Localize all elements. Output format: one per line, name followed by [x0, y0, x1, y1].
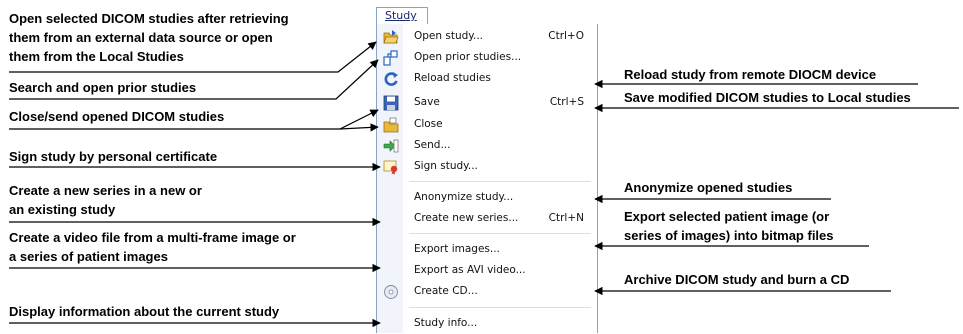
callout-open-prior — [9, 59, 379, 100]
callout-close-arrow2 — [339, 123, 379, 132]
callout-open-study — [9, 41, 377, 73]
callout-close-arrow1 — [339, 109, 379, 130]
callout-arrows — [9, 41, 959, 328]
